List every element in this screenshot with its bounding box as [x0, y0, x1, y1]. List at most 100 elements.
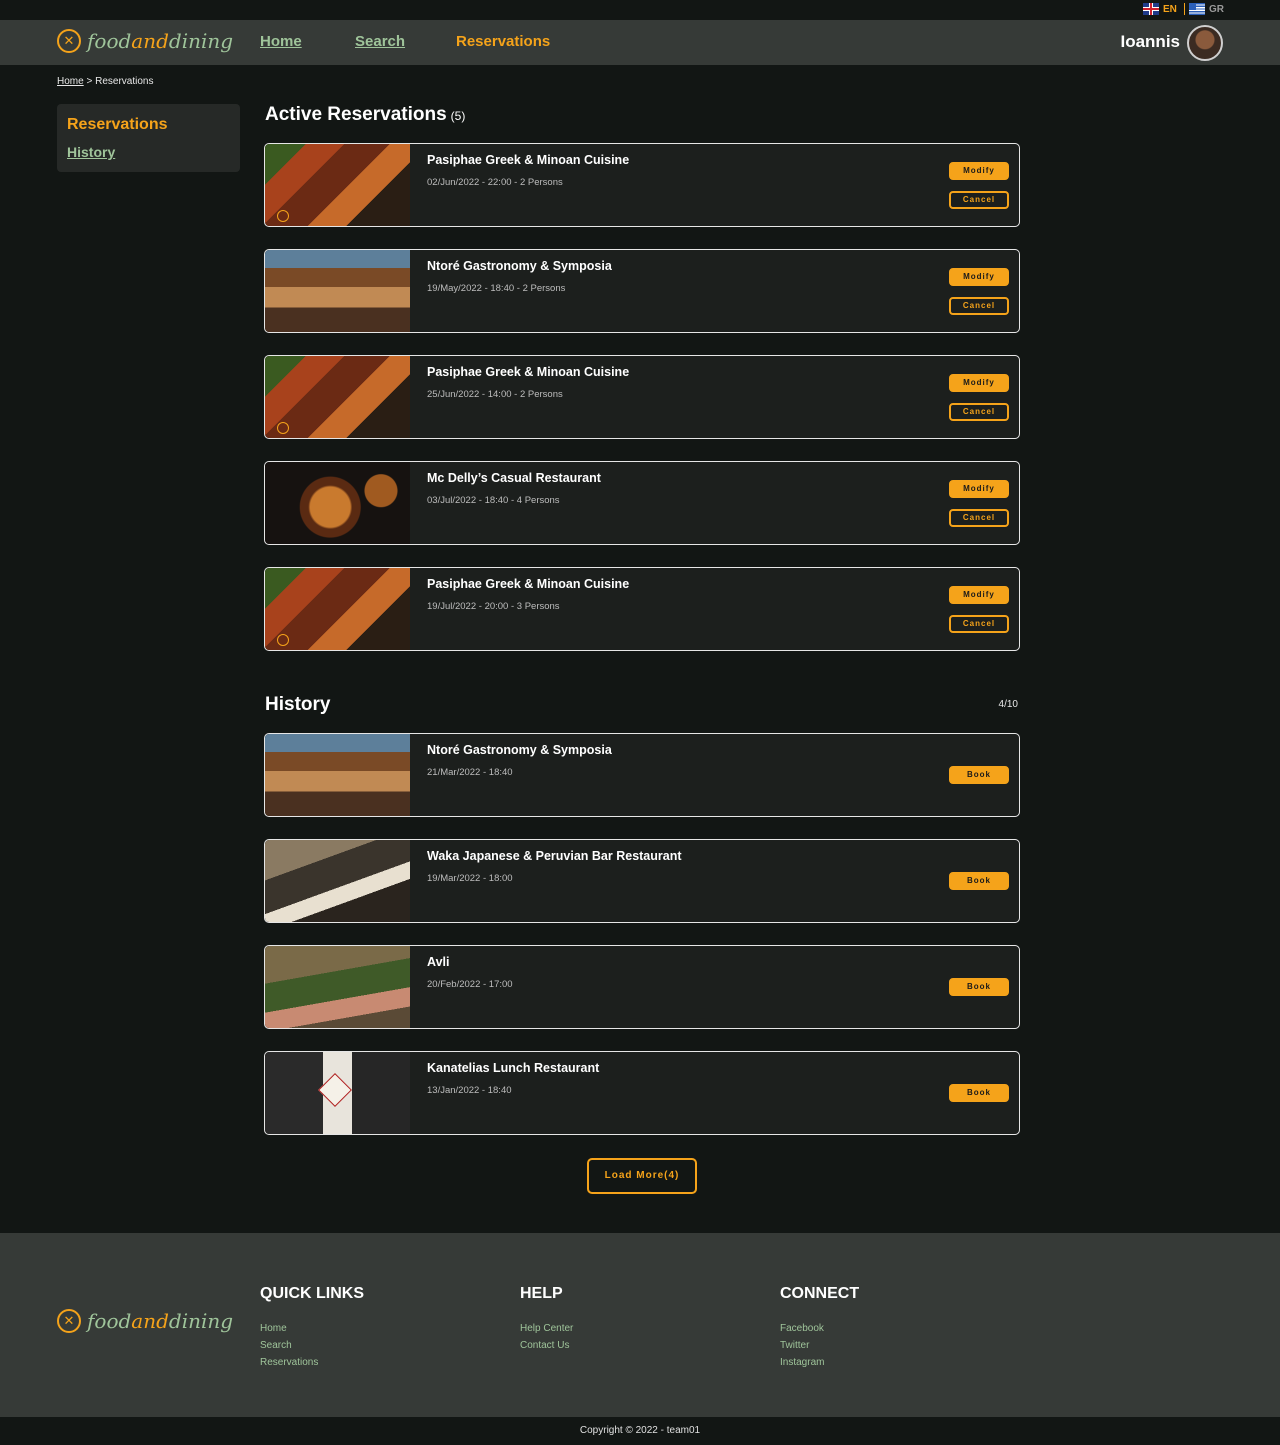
breadcrumb-current: Reservations: [95, 76, 154, 87]
reservation-card: Pasiphae Greek & Minoan Cuisine 02/Jun/2…: [264, 143, 1020, 227]
history-card: Avli 20/Feb/2022 - 17:00 Book: [264, 945, 1020, 1029]
brand-part-dining: dining: [168, 1309, 234, 1333]
footer-brand-logo[interactable]: ✕ foodanddining: [57, 1309, 233, 1333]
book-button[interactable]: Book: [949, 978, 1009, 996]
copyright: Copyright © 2022 - team01: [0, 1417, 1280, 1445]
footer-link-contact-us[interactable]: Contact Us: [520, 1340, 573, 1351]
restaurant-image: [265, 250, 410, 332]
footer-link-instagram[interactable]: Instagram: [780, 1357, 859, 1368]
restaurant-name[interactable]: Ntoré Gastronomy & Symposia: [427, 743, 612, 757]
modify-button[interactable]: Modify: [949, 268, 1009, 286]
book-button[interactable]: Book: [949, 872, 1009, 890]
restaurant-image: [265, 356, 410, 438]
brand-name: foodanddining: [87, 29, 233, 53]
restaurant-name[interactable]: Avli: [427, 955, 449, 969]
language-bar: EN GR: [0, 0, 1280, 20]
cancel-button[interactable]: Cancel: [949, 615, 1009, 633]
reservation-details: 02/Jun/2022 - 22:00 - 2 Persons: [427, 177, 563, 188]
brand-part-food: food: [87, 29, 132, 53]
book-button[interactable]: Book: [949, 1084, 1009, 1102]
book-button[interactable]: Book: [949, 766, 1009, 784]
user-name[interactable]: Ioannis: [1120, 32, 1180, 52]
history-card: Waka Japanese & Peruvian Bar Restaurant …: [264, 839, 1020, 923]
footer-help-title: HELP: [520, 1285, 563, 1302]
footer-quick-links-title: QUICK LINKS: [260, 1285, 364, 1302]
breadcrumb: Home > Reservations: [57, 76, 153, 87]
reservation-card: Pasiphae Greek & Minoan Cuisine 25/Jun/2…: [264, 355, 1020, 439]
restaurant-image: [265, 1052, 410, 1134]
language-en-label: EN: [1163, 3, 1177, 15]
restaurant-image: [265, 462, 410, 544]
footer-connect: CONNECT Facebook Twitter Instagram: [780, 1285, 859, 1374]
history-heading: History: [265, 694, 331, 715]
modify-button[interactable]: Modify: [949, 480, 1009, 498]
reservation-details: 20/Feb/2022 - 17:00: [427, 979, 513, 990]
uk-flag-icon: [1143, 3, 1159, 15]
footer-link-home[interactable]: Home: [260, 1323, 364, 1334]
brand-logo[interactable]: ✕ foodanddining: [57, 29, 233, 53]
greece-flag-icon: [1189, 3, 1205, 15]
fork-knife-icon: ✕: [57, 29, 81, 53]
footer-quick-links: QUICK LINKS Home Search Reservations: [260, 1285, 364, 1374]
reservation-details: 21/Mar/2022 - 18:40: [427, 767, 513, 778]
reservation-details: 19/Mar/2022 - 18:00: [427, 873, 513, 884]
brand-part-food: food: [87, 1309, 132, 1333]
cancel-button[interactable]: Cancel: [949, 509, 1009, 527]
cancel-button[interactable]: Cancel: [949, 403, 1009, 421]
restaurant-name[interactable]: Ntoré Gastronomy & Symposia: [427, 259, 612, 273]
language-gr[interactable]: GR: [1189, 3, 1224, 15]
restaurant-name[interactable]: Pasiphae Greek & Minoan Cuisine: [427, 365, 629, 379]
sidebar-item-reservations[interactable]: Reservations: [67, 116, 230, 134]
brand-part-and: and: [131, 1309, 169, 1333]
restaurant-name[interactable]: Waka Japanese & Peruvian Bar Restaurant: [427, 849, 682, 863]
nav-search[interactable]: Search: [355, 33, 405, 50]
footer-link-reservations[interactable]: Reservations: [260, 1357, 364, 1368]
sidebar-item-history[interactable]: History: [67, 144, 230, 160]
restaurant-sign-icon: [318, 1073, 352, 1107]
reservation-details: 19/Jul/2022 - 20:00 - 3 Persons: [427, 601, 560, 612]
active-reservations-title: Active Reservations: [265, 104, 447, 125]
history-card: Kanatelias Lunch Restaurant 13/Jan/2022 …: [264, 1051, 1020, 1135]
nav-reservations[interactable]: Reservations: [456, 33, 550, 50]
language-gr-label: GR: [1209, 3, 1224, 15]
restaurant-name[interactable]: Pasiphae Greek & Minoan Cuisine: [427, 153, 629, 167]
logo-badge-icon: [277, 422, 289, 434]
footer-brand-name: foodanddining: [87, 1309, 233, 1333]
reservation-card: Pasiphae Greek & Minoan Cuisine 19/Jul/2…: [264, 567, 1020, 651]
modify-button[interactable]: Modify: [949, 586, 1009, 604]
logo-badge-icon: [277, 634, 289, 646]
footer-link-twitter[interactable]: Twitter: [780, 1340, 859, 1351]
modify-button[interactable]: Modify: [949, 374, 1009, 392]
avatar[interactable]: [1187, 25, 1223, 61]
footer-link-help-center[interactable]: Help Center: [520, 1323, 573, 1334]
reservation-details: 19/May/2022 - 18:40 - 2 Persons: [427, 283, 566, 294]
fork-knife-icon: ✕: [57, 1309, 81, 1333]
cancel-button[interactable]: Cancel: [949, 297, 1009, 315]
cancel-button[interactable]: Cancel: [949, 191, 1009, 209]
restaurant-name[interactable]: Pasiphae Greek & Minoan Cuisine: [427, 577, 629, 591]
reservation-details: 13/Jan/2022 - 18:40: [427, 1085, 512, 1096]
load-more-button[interactable]: Load More(4): [587, 1158, 697, 1194]
reservation-card: Mc Delly’s Casual Restaurant 03/Jul/2022…: [264, 461, 1020, 545]
active-reservations-count: (5): [450, 109, 466, 123]
breadcrumb-home[interactable]: Home: [57, 76, 84, 87]
language-divider: [1184, 3, 1185, 15]
restaurant-image: [265, 144, 410, 226]
footer-link-search[interactable]: Search: [260, 1340, 364, 1351]
footer-connect-title: CONNECT: [780, 1285, 860, 1302]
nav-home[interactable]: Home: [260, 33, 302, 50]
restaurant-image: [265, 568, 410, 650]
restaurant-image: [265, 734, 410, 816]
language-en[interactable]: EN: [1143, 3, 1177, 15]
reservation-card: Ntoré Gastronomy & Symposia 19/May/2022 …: [264, 249, 1020, 333]
top-navbar: ✕ foodanddining Home Search Reservations…: [0, 20, 1280, 65]
brand-part-and: and: [131, 29, 169, 53]
footer-link-facebook[interactable]: Facebook: [780, 1323, 859, 1334]
restaurant-image: [265, 946, 410, 1028]
restaurant-name[interactable]: Kanatelias Lunch Restaurant: [427, 1061, 599, 1075]
modify-button[interactable]: Modify: [949, 162, 1009, 180]
reservation-details: 03/Jul/2022 - 18:40 - 4 Persons: [427, 495, 560, 506]
restaurant-name[interactable]: Mc Delly’s Casual Restaurant: [427, 471, 601, 485]
brand-part-dining: dining: [168, 29, 234, 53]
active-reservations-heading: Active Reservations (5): [265, 104, 465, 126]
